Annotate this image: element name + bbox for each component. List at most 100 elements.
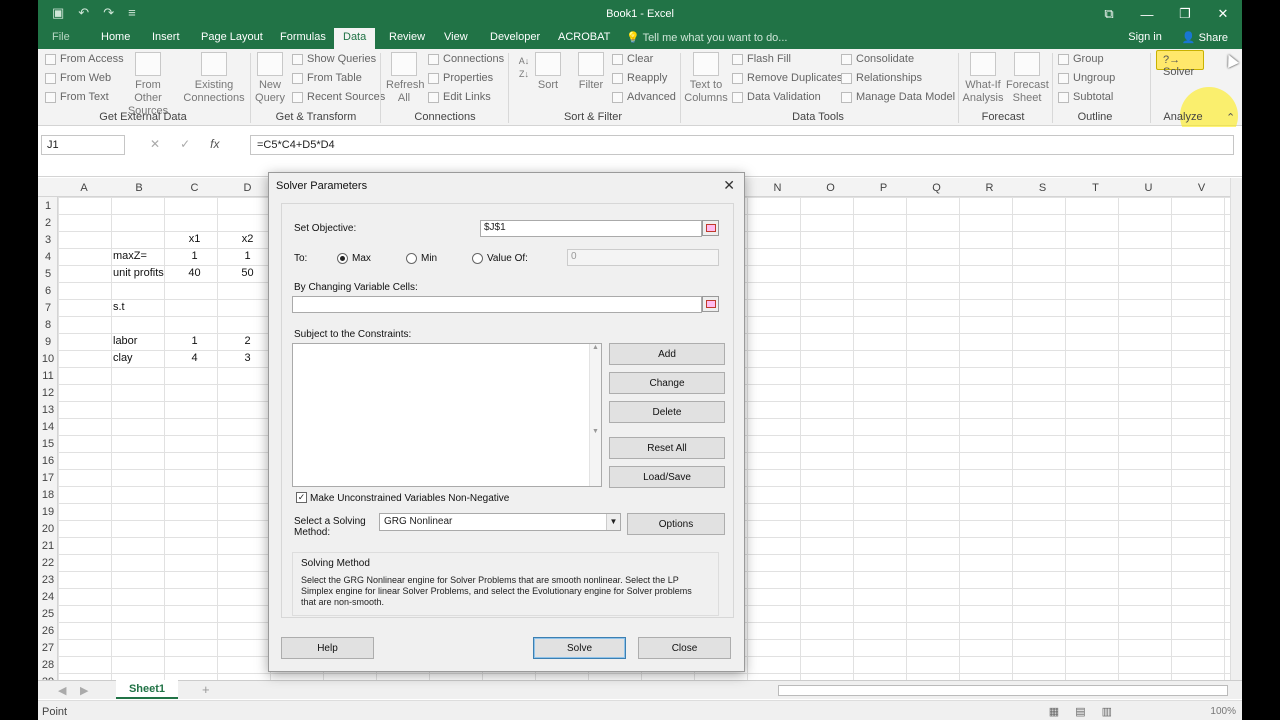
row-header[interactable]: 3 xyxy=(38,234,58,246)
constraints-list[interactable]: ▲ ▼ xyxy=(292,343,602,487)
name-box[interactable]: J1 xyxy=(41,135,125,155)
from-access-button[interactable]: From Access xyxy=(45,53,124,65)
dialog-close-icon[interactable]: ✕ xyxy=(723,177,735,194)
row-header[interactable]: 28 xyxy=(38,659,58,671)
cell-b5[interactable]: unit profits xyxy=(113,267,164,279)
connections-button[interactable]: Connections xyxy=(428,53,504,65)
page-layout-view-icon[interactable]: ▤ xyxy=(1075,705,1085,718)
sort-az-button[interactable]: A↓ Z↓ xyxy=(514,55,534,81)
forecast-sheet-button[interactable]: Forecast Sheet xyxy=(1006,52,1049,105)
tab-home[interactable]: Home xyxy=(101,31,130,43)
text-to-columns-button[interactable]: Text to Columns xyxy=(684,52,728,105)
column-header[interactable]: T xyxy=(1069,182,1122,194)
changing-cells-collapse-button[interactable] xyxy=(702,296,719,312)
remove-duplicates-button[interactable]: Remove Duplicates xyxy=(732,72,842,84)
solving-method-select[interactable]: GRG Nonlinear ▼ xyxy=(379,513,621,531)
column-header[interactable]: N xyxy=(751,182,804,194)
row-header[interactable]: 25 xyxy=(38,608,58,620)
column-header[interactable]: P xyxy=(857,182,910,194)
row-header[interactable]: 1 xyxy=(38,200,58,212)
value-of-input[interactable]: 0 xyxy=(567,249,719,266)
sign-in-link[interactable]: Sign in xyxy=(1128,31,1162,44)
restore-icon[interactable]: ❐ xyxy=(1166,0,1204,28)
objective-input[interactable]: $J$1 xyxy=(480,220,702,237)
reset-all-button[interactable]: Reset All xyxy=(609,437,725,459)
column-header[interactable]: B xyxy=(110,182,168,194)
row-header[interactable]: 2 xyxy=(38,217,58,229)
tab-developer[interactable]: Developer xyxy=(490,31,540,43)
tab-file[interactable]: File xyxy=(52,31,70,43)
nonneg-checkbox[interactable]: ✓ xyxy=(296,492,307,503)
from-table-button[interactable]: From Table xyxy=(292,72,362,84)
edit-links-button[interactable]: Edit Links xyxy=(428,91,491,103)
add-button[interactable]: Add xyxy=(609,343,725,365)
help-button[interactable]: Help xyxy=(281,637,374,659)
horizontal-scrollbar[interactable] xyxy=(778,685,1228,696)
cell-b9[interactable]: labor xyxy=(113,335,137,347)
cell-b7[interactable]: s.t xyxy=(113,301,125,313)
column-header[interactable]: O xyxy=(804,182,857,194)
from-text-button[interactable]: From Text xyxy=(45,91,109,103)
row-header[interactable]: 9 xyxy=(38,336,58,348)
sheet-tab-sheet1[interactable]: Sheet1 xyxy=(116,680,178,699)
recent-sources-button[interactable]: Recent Sources xyxy=(292,91,385,103)
row-header[interactable]: 13 xyxy=(38,404,58,416)
sort-button[interactable]: Sort xyxy=(535,52,561,92)
from-other-sources-button[interactable]: From Other Sources xyxy=(120,52,176,118)
changing-cells-input[interactable] xyxy=(292,296,702,313)
cell-d3[interactable]: x2 xyxy=(221,233,274,245)
constraints-scrollbar[interactable]: ▲ ▼ xyxy=(589,344,601,486)
refresh-all-button[interactable]: Refresh All xyxy=(386,52,425,105)
manage-data-model-button[interactable]: Manage Data Model xyxy=(841,91,955,103)
row-header[interactable]: 22 xyxy=(38,557,58,569)
clear-filter-button[interactable]: Clear xyxy=(612,53,653,65)
radio-min[interactable]: Min xyxy=(406,253,437,264)
data-validation-button[interactable]: Data Validation xyxy=(732,91,821,103)
column-header[interactable]: S xyxy=(1016,182,1069,194)
cell-c3[interactable]: x1 xyxy=(168,233,221,245)
solve-button[interactable]: Solve xyxy=(533,637,626,659)
share-button[interactable]: 👤 Share xyxy=(1182,31,1228,44)
normal-view-icon[interactable]: ▦ xyxy=(1049,705,1059,718)
row-header[interactable]: 14 xyxy=(38,421,58,433)
tell-me-box[interactable]: 💡 Tell me what you want to do... xyxy=(626,31,787,44)
row-header[interactable]: 8 xyxy=(38,319,58,331)
row-header[interactable]: 5 xyxy=(38,268,58,280)
row-header[interactable]: 18 xyxy=(38,489,58,501)
cell-b10[interactable]: clay xyxy=(113,352,133,364)
row-header[interactable]: 15 xyxy=(38,438,58,450)
existing-connections-button[interactable]: Existing Connections xyxy=(182,52,246,105)
page-break-view-icon[interactable]: ▥ xyxy=(1102,705,1112,718)
group-button[interactable]: Group xyxy=(1058,53,1104,65)
enter-icon[interactable]: ✓ xyxy=(180,137,190,151)
tab-formulas[interactable]: Formulas xyxy=(280,31,326,43)
row-header[interactable]: 16 xyxy=(38,455,58,467)
cell-c10[interactable]: 4 xyxy=(168,352,221,364)
what-if-analysis-button[interactable]: What-If Analysis xyxy=(962,52,1004,105)
consolidate-button[interactable]: Consolidate xyxy=(841,53,914,65)
new-sheet-button[interactable]: + xyxy=(202,682,210,697)
solver-button[interactable]: ?→ Solver xyxy=(1156,50,1204,78)
collapse-ribbon-icon[interactable]: ⌃ xyxy=(1226,111,1235,124)
cancel-icon[interactable]: ✕ xyxy=(150,137,160,151)
cell-d10[interactable]: 3 xyxy=(221,352,274,364)
ungroup-button[interactable]: Ungroup xyxy=(1058,72,1115,84)
row-header[interactable]: 12 xyxy=(38,387,58,399)
row-header[interactable]: 27 xyxy=(38,642,58,654)
from-web-button[interactable]: From Web xyxy=(45,72,111,84)
row-header[interactable]: 23 xyxy=(38,574,58,586)
row-header[interactable]: 24 xyxy=(38,591,58,603)
column-header[interactable]: R xyxy=(963,182,1016,194)
cell-c9[interactable]: 1 xyxy=(168,335,221,347)
radio-max[interactable]: Max xyxy=(337,253,371,264)
row-header[interactable]: 7 xyxy=(38,302,58,314)
vertical-scrollbar[interactable] xyxy=(1230,178,1242,680)
show-queries-button[interactable]: Show Queries xyxy=(292,53,376,65)
radio-value-of[interactable]: Value Of: xyxy=(472,253,528,264)
row-header[interactable]: 17 xyxy=(38,472,58,484)
new-query-button[interactable]: New Query xyxy=(252,52,288,105)
row-header[interactable]: 19 xyxy=(38,506,58,518)
change-button[interactable]: Change xyxy=(609,372,725,394)
scroll-right-icon[interactable]: ▶ xyxy=(80,684,88,697)
subtotal-button[interactable]: Subtotal xyxy=(1058,91,1113,103)
